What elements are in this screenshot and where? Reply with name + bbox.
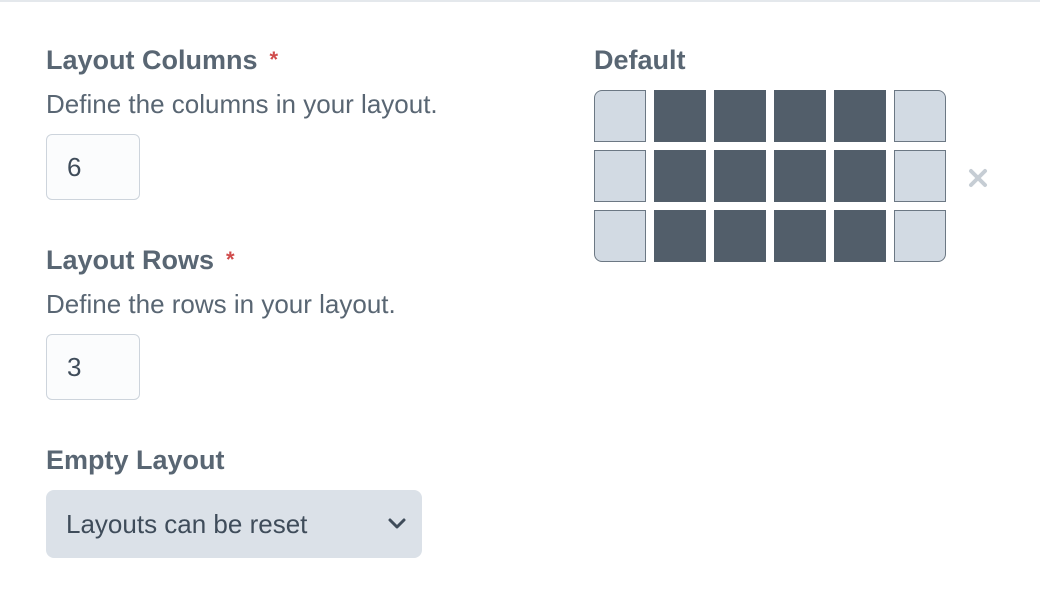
layout-cell-filled[interactable] bbox=[654, 210, 706, 262]
top-divider bbox=[0, 0, 1040, 2]
layout-cell-empty[interactable] bbox=[594, 90, 646, 142]
layout-cell-empty[interactable] bbox=[594, 210, 646, 262]
layout-cell-filled[interactable] bbox=[834, 90, 886, 142]
layout-cell-filled[interactable] bbox=[654, 150, 706, 202]
columns-help-text: Define the columns in your layout. bbox=[46, 89, 438, 119]
layout-cell-filled[interactable] bbox=[774, 210, 826, 262]
layout-cell-filled[interactable] bbox=[834, 210, 886, 262]
rows-label: Layout Rows * bbox=[46, 244, 235, 276]
layout-cell-filled[interactable] bbox=[714, 90, 766, 142]
layout-cell-empty[interactable] bbox=[594, 150, 646, 202]
layout-cell-empty[interactable] bbox=[894, 210, 946, 262]
required-marker: * bbox=[269, 47, 279, 72]
layout-cell-filled[interactable] bbox=[654, 90, 706, 142]
empty-layout-label: Empty Layout bbox=[46, 445, 225, 475]
columns-label-text: Layout Columns bbox=[46, 45, 258, 75]
layout-cell-filled[interactable] bbox=[834, 150, 886, 202]
close-icon[interactable] bbox=[966, 166, 990, 190]
layout-cell-filled[interactable] bbox=[774, 150, 826, 202]
required-marker: * bbox=[226, 247, 235, 272]
layout-cell-empty[interactable] bbox=[894, 90, 946, 142]
layout-grid[interactable] bbox=[594, 90, 946, 262]
layout-cell-filled[interactable] bbox=[774, 90, 826, 142]
rows-input[interactable] bbox=[46, 334, 140, 400]
empty-layout-select[interactable]: Layouts can be reset bbox=[46, 490, 422, 558]
layout-cell-filled[interactable] bbox=[714, 210, 766, 262]
columns-input[interactable] bbox=[46, 134, 140, 200]
layout-cell-empty[interactable] bbox=[894, 150, 946, 202]
empty-layout-selected-value: Layouts can be reset bbox=[66, 509, 308, 539]
rows-help-text: Define the rows in your layout. bbox=[46, 289, 396, 319]
layout-cell-filled[interactable] bbox=[714, 150, 766, 202]
preview-title: Default bbox=[594, 45, 686, 75]
columns-label: Layout Columns * bbox=[46, 44, 278, 76]
rows-label-text: Layout Rows bbox=[46, 245, 215, 275]
chevron-down-icon bbox=[388, 518, 406, 529]
